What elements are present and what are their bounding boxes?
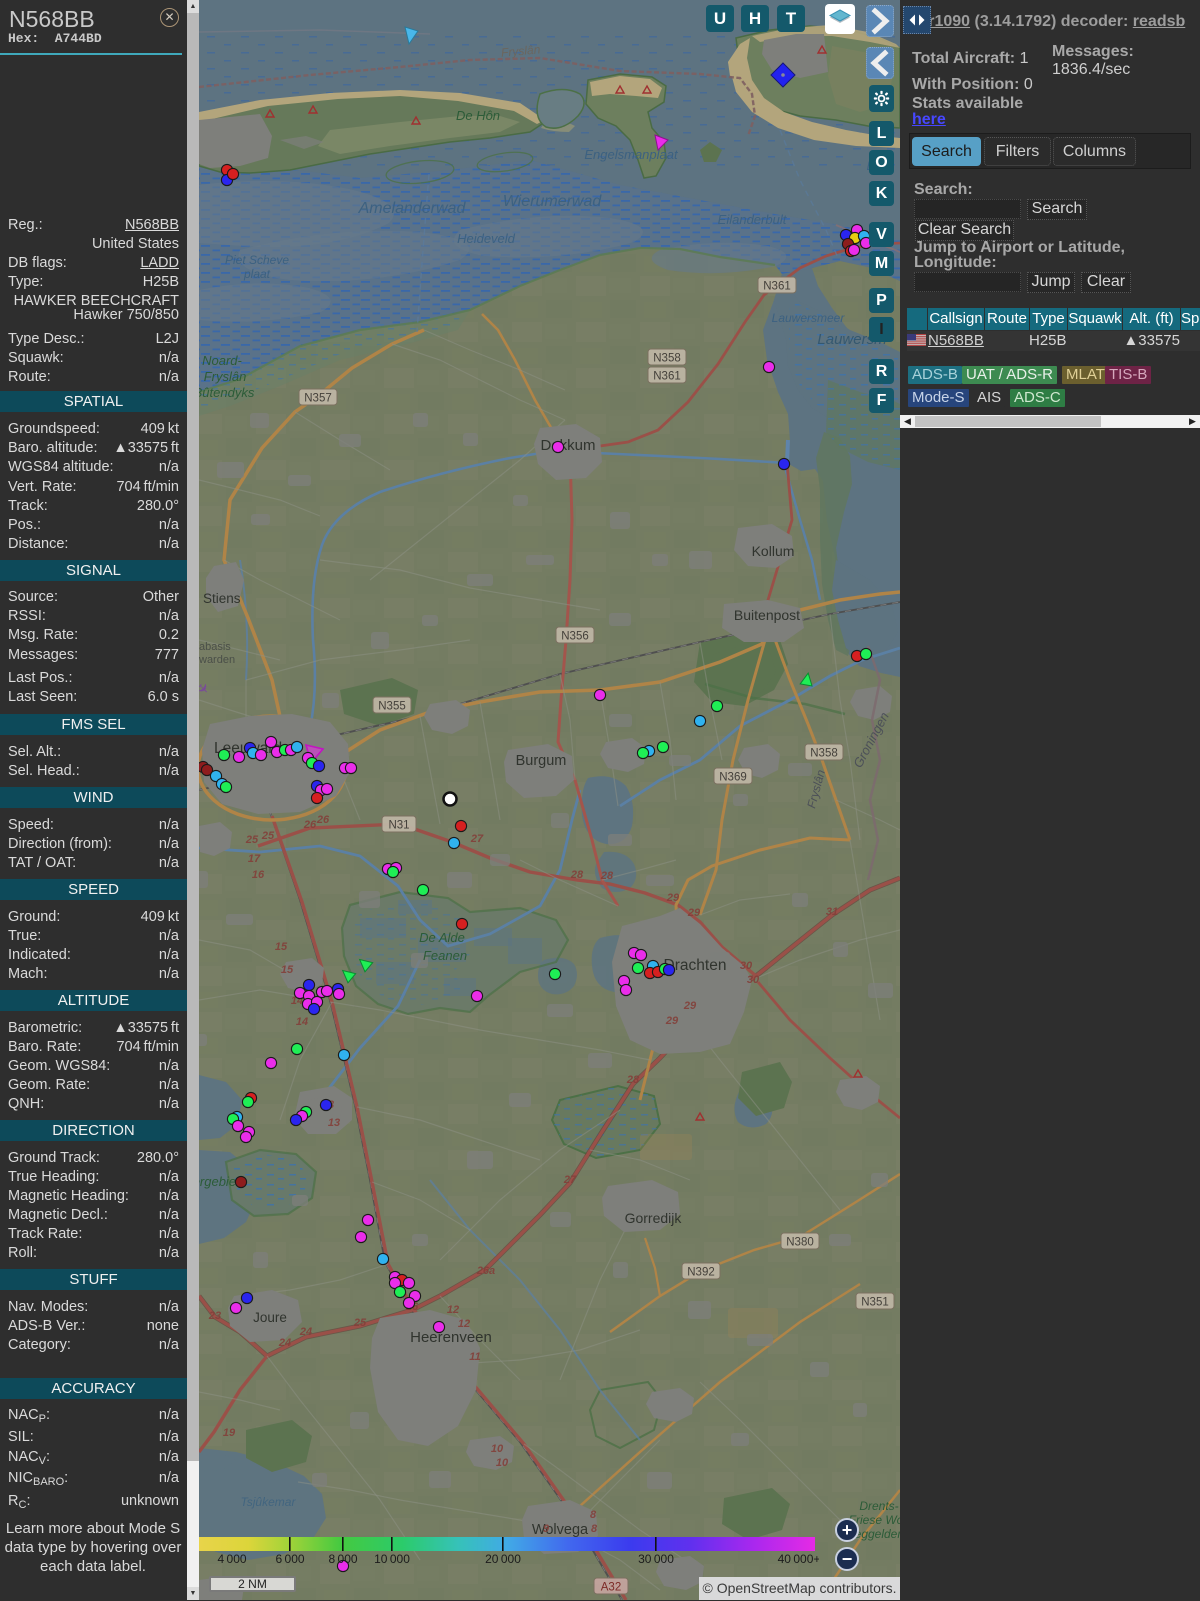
svg-text:Fryslân: Fryslân (204, 369, 247, 384)
svg-text:eggelder: eggelder (855, 1527, 900, 1541)
svg-text:N358: N358 (653, 353, 681, 365)
svg-text:8: 8 (591, 1523, 598, 1535)
svg-text:N361: N361 (763, 281, 791, 293)
svg-text:23: 23 (208, 1310, 221, 1322)
svg-text:20 000: 20 000 (485, 1552, 521, 1566)
svg-text:8: 8 (590, 1509, 597, 1521)
svg-text:15: 15 (281, 964, 294, 976)
svg-text:12: 12 (447, 1304, 459, 1316)
svg-text:26a: 26a (476, 1265, 495, 1277)
svg-text:Heerenveen: Heerenveen (410, 1329, 492, 1346)
svg-text:24: 24 (278, 1337, 291, 1349)
svg-text:Tsjûkemar: Tsjûkemar (241, 1495, 297, 1509)
svg-text:28: 28 (626, 1074, 640, 1086)
svg-text:plaat: plaat (243, 267, 271, 281)
svg-text:Piet Scheve: Piet Scheve (225, 253, 289, 267)
svg-text:N369: N369 (719, 772, 747, 784)
svg-text:12: 12 (458, 1318, 470, 1330)
svg-text:Noard-: Noard- (202, 353, 242, 368)
svg-text:10: 10 (496, 1457, 509, 1469)
svg-text:8 000: 8 000 (328, 1552, 357, 1566)
svg-text:N31: N31 (388, 820, 409, 832)
svg-text:11: 11 (469, 1351, 480, 1363)
svg-text:16: 16 (252, 869, 265, 881)
svg-text:Eilanderbult: Eilanderbult (718, 212, 788, 227)
svg-text:N361: N361 (653, 371, 681, 383)
svg-text:14: 14 (296, 1016, 308, 1028)
svg-text:27: 27 (563, 1174, 577, 1186)
svg-text:Buitenpost: Buitenpost (734, 607, 800, 623)
svg-text:Gorredijk: Gorredijk (625, 1210, 683, 1226)
svg-text:24: 24 (299, 1326, 312, 1338)
svg-text:N351: N351 (861, 1297, 889, 1309)
svg-text:Dokkum: Dokkum (540, 437, 595, 454)
svg-text:De Hôn: De Hôn (456, 108, 500, 123)
svg-text:28: 28 (600, 870, 614, 882)
svg-text:25: 25 (353, 1317, 367, 1329)
svg-text:27: 27 (470, 833, 484, 845)
svg-text:Amelanderwad: Amelanderwad (358, 200, 467, 217)
svg-text:abasis: abasis (199, 641, 231, 653)
svg-text:40 000+: 40 000+ (778, 1552, 819, 1566)
svg-text:30: 30 (740, 960, 753, 972)
svg-text:warden: warden (199, 654, 235, 666)
svg-text:Lauwersmeer: Lauwersmeer (772, 311, 846, 325)
svg-text:26: 26 (303, 819, 317, 831)
svg-text:N392: N392 (687, 1267, 715, 1279)
svg-text:Feanen: Feanen (423, 948, 467, 963)
svg-text:13: 13 (328, 1117, 340, 1129)
svg-text:28: 28 (570, 869, 584, 881)
svg-text:Kollum: Kollum (752, 543, 795, 559)
svg-text:6 000: 6 000 (275, 1552, 304, 1566)
svg-text:29: 29 (666, 892, 680, 904)
svg-text:29: 29 (687, 907, 701, 919)
svg-text:N355: N355 (378, 701, 406, 713)
svg-text:N358: N358 (810, 748, 838, 760)
svg-text:Heideveld: Heideveld (457, 231, 516, 246)
svg-text:19: 19 (223, 1427, 236, 1439)
svg-text:Joure: Joure (253, 1310, 287, 1325)
svg-text:25: 25 (261, 830, 275, 842)
svg-text:29: 29 (683, 1000, 697, 1012)
svg-text:Drents-: Drents- (859, 1499, 898, 1513)
svg-text:4 000: 4 000 (217, 1552, 246, 1566)
svg-text:N380: N380 (786, 1237, 814, 1249)
svg-text:N357: N357 (304, 393, 332, 405)
svg-text:31: 31 (826, 906, 838, 918)
svg-text:10: 10 (491, 1443, 504, 1455)
svg-text:26: 26 (316, 814, 330, 826)
svg-text:Engelsmanplaat: Engelsmanplaat (584, 147, 679, 162)
svg-text:25: 25 (245, 834, 259, 846)
svg-text:30: 30 (747, 974, 760, 986)
svg-text:Stiens: Stiens (203, 591, 241, 606)
svg-text:Wierumerwad: Wierumerwad (503, 193, 603, 210)
svg-text:9: 9 (543, 1523, 550, 1535)
svg-text:A32: A32 (601, 1582, 621, 1594)
svg-text:Bûtendyks: Bûtendyks (199, 385, 255, 400)
svg-text:15: 15 (275, 941, 288, 953)
svg-text:17: 17 (248, 853, 261, 865)
svg-text:Burgum: Burgum (516, 753, 567, 769)
svg-text:De Alde: De Alde (419, 930, 465, 945)
svg-text:29: 29 (665, 1015, 679, 1027)
svg-text:N356: N356 (561, 631, 589, 643)
svg-text:30 000: 30 000 (638, 1552, 674, 1566)
svg-text:10 000: 10 000 (374, 1552, 410, 1566)
